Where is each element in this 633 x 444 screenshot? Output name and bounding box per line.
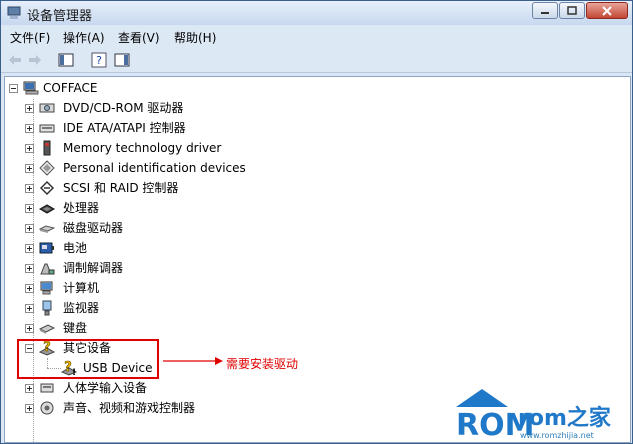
maximize-button[interactable]	[559, 2, 585, 19]
tree-item-label: 磁盘驱动器	[63, 221, 124, 235]
expand-toggle[interactable]	[25, 304, 34, 313]
processor-icon	[39, 204, 55, 214]
toolbar: ?	[1, 48, 632, 73]
ide-controller-icon	[39, 124, 55, 133]
expand-toggle[interactable]	[25, 264, 34, 273]
device-manager-icon	[7, 6, 21, 19]
window-title: 设备管理器	[27, 9, 93, 24]
dvd-drive-icon	[39, 103, 55, 113]
keyboard-icon	[39, 324, 55, 334]
device-tree: COFFACE DVD/CD-ROM 驱动器 IDE ATA/ATAPI 控制器…	[4, 76, 631, 443]
collapse-toggle[interactable]	[9, 84, 18, 93]
menu-view[interactable]: 查看(V)	[118, 29, 160, 46]
tree-item-label: 声音、视频和游戏控制器	[63, 401, 196, 415]
battery-icon	[39, 242, 54, 254]
tree-item-label: 计算机	[63, 281, 100, 295]
forward-arrow-icon[interactable]	[27, 52, 43, 68]
memory-card-icon	[43, 140, 51, 156]
maximize-icon	[567, 6, 577, 15]
minimize-button[interactable]	[532, 2, 558, 19]
expand-toggle[interactable]	[25, 404, 34, 413]
computer-icon	[40, 281, 53, 295]
help-icon[interactable]: ?	[91, 52, 107, 68]
tree-item-label: 电池	[63, 241, 88, 255]
tree-item-label: IDE ATA/ATAPI 控制器	[63, 121, 186, 135]
tree-item-label: 处理器	[63, 201, 100, 215]
expand-toggle[interactable]	[25, 244, 34, 253]
close-button[interactable]	[586, 2, 628, 19]
modem-icon	[40, 263, 55, 275]
svg-text:?: ?	[96, 54, 102, 67]
menu-bar: 文件(F) 操作(A) 查看(V) 帮助(H)	[1, 26, 632, 48]
expand-toggle[interactable]	[25, 164, 34, 173]
annotation-arrow-icon	[163, 357, 223, 365]
menu-action[interactable]: 操作(A)	[63, 29, 105, 46]
monitor-icon	[42, 300, 52, 316]
menu-help[interactable]: 帮助(H)	[174, 29, 216, 46]
tree-item-label: 键盘	[63, 321, 88, 335]
title-bar[interactable]: 设备管理器	[1, 1, 632, 25]
expand-toggle[interactable]	[25, 204, 34, 213]
expand-toggle[interactable]	[25, 144, 34, 153]
menu-file[interactable]: 文件(F)	[10, 29, 50, 46]
hid-icon	[40, 383, 54, 393]
expand-toggle[interactable]	[25, 224, 34, 233]
minimize-icon	[541, 11, 549, 14]
show-hide-console-icon[interactable]	[58, 52, 74, 68]
computer-icon	[23, 81, 39, 95]
disk-drive-icon	[39, 225, 55, 233]
expand-toggle[interactable]	[25, 324, 34, 333]
device-manager-window: 设备管理器 文件(F) 操作(A) 查看(V) 帮助(H) ? COFFACE	[0, 0, 633, 444]
tree-item-label: DVD/CD-ROM 驱动器	[63, 101, 184, 115]
expand-toggle[interactable]	[25, 184, 34, 193]
tree-item-label: 监视器	[63, 301, 100, 315]
tree-item-label: Memory technology driver	[63, 141, 222, 155]
window-controls	[531, 2, 628, 20]
back-arrow-icon[interactable]	[7, 52, 23, 68]
annotation-text: 需要安装驱动	[226, 357, 299, 371]
expand-toggle[interactable]	[25, 124, 34, 133]
scsi-controller-icon	[39, 180, 55, 196]
tree-item-label: 调制解调器	[63, 261, 124, 275]
watermark-url: www.romzhijia.net	[520, 431, 594, 440]
diamond-device-icon	[39, 160, 55, 176]
tree-item-label: 人体学输入设备	[63, 381, 148, 395]
sound-icon	[40, 401, 54, 415]
properties-pane-icon[interactable]	[114, 52, 130, 68]
tree-item-label: Personal identification devices	[63, 161, 246, 175]
close-icon	[602, 5, 612, 16]
expand-toggle[interactable]	[25, 104, 34, 113]
expand-toggle[interactable]	[25, 284, 34, 293]
tree-item-label: SCSI 和 RAID 控制器	[63, 181, 179, 195]
watermark-brand-cn: rom之家	[518, 405, 612, 431]
highlight-box	[17, 339, 159, 379]
tree-root-label: COFFACE	[43, 81, 98, 95]
expand-toggle[interactable]	[25, 384, 34, 393]
